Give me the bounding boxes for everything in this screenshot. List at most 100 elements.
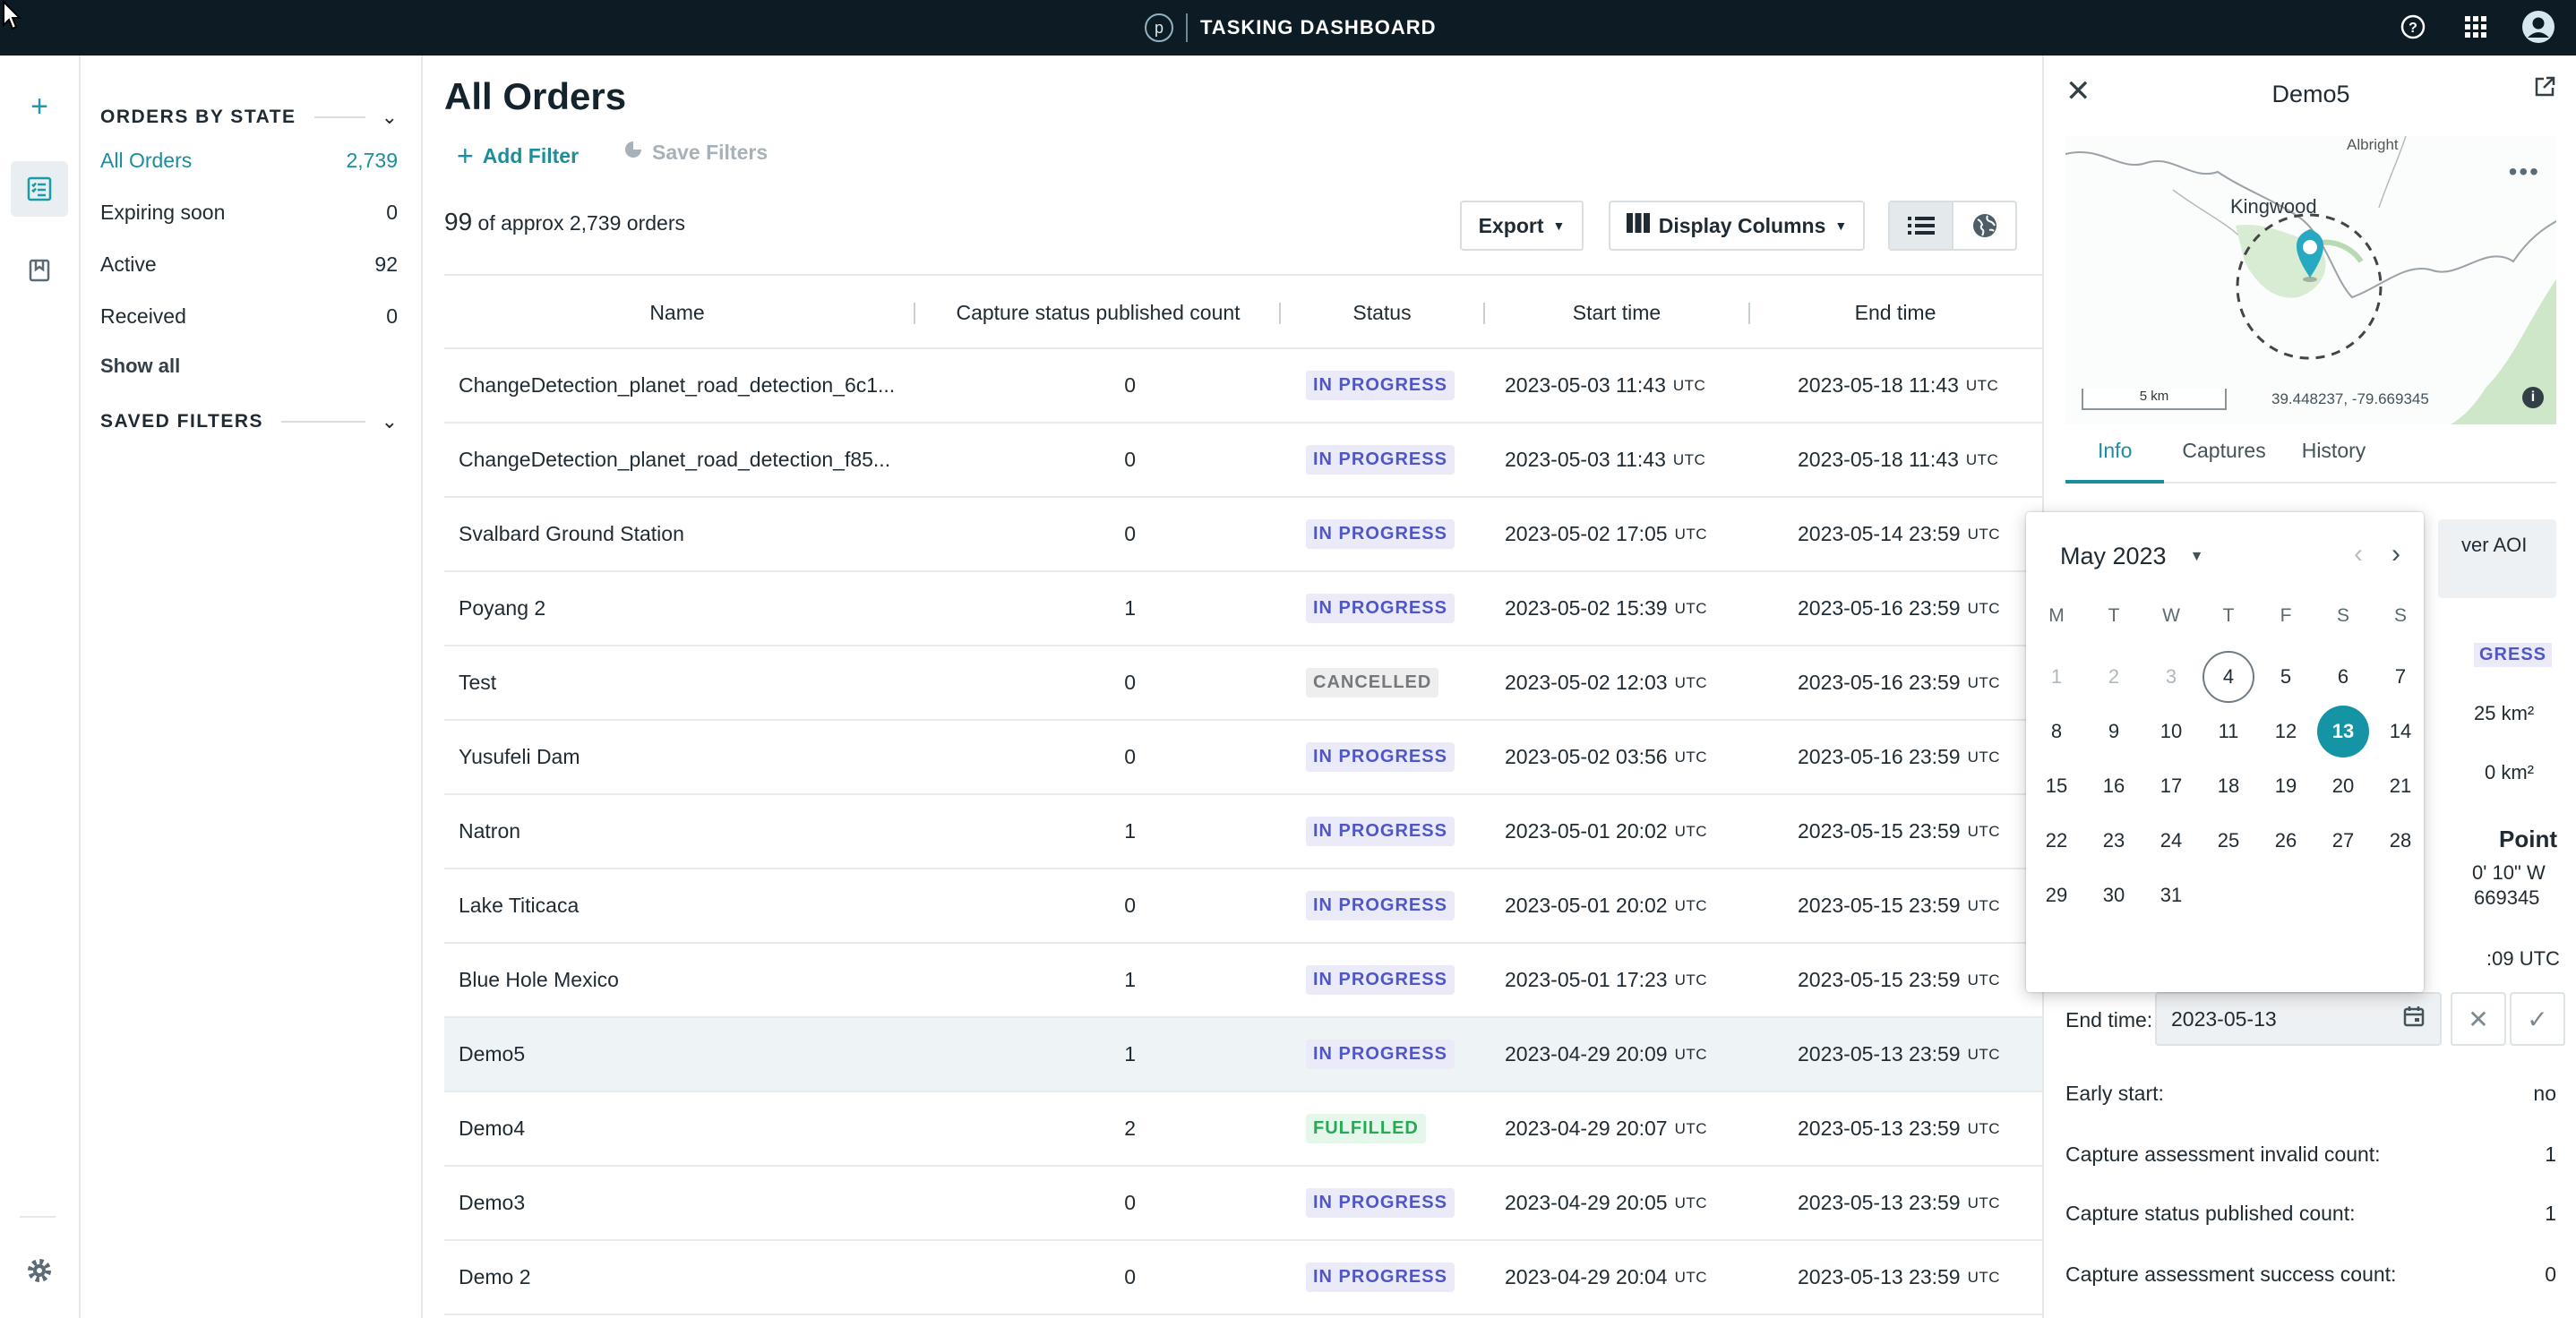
cell-name: ChangeDetection_planet_road_detection_6c… bbox=[459, 373, 896, 397]
apps-grid-icon[interactable] bbox=[2458, 9, 2494, 45]
export-button[interactable]: Export ▼ bbox=[1460, 201, 1584, 251]
calendar-day[interactable]: 16 bbox=[2088, 760, 2140, 812]
column-resize-handle[interactable] bbox=[1748, 303, 1750, 324]
calendar-day[interactable]: 6 bbox=[2317, 651, 2369, 703]
cell-name: Test bbox=[459, 671, 497, 694]
tab-info[interactable]: Info bbox=[2065, 439, 2165, 484]
start-time-text: 2023-04-29 20:09 bbox=[1505, 1042, 1668, 1066]
saved-filters-header[interactable]: SAVED FILTERS ⌄ bbox=[100, 410, 398, 433]
plus-icon[interactable]: + bbox=[11, 79, 68, 134]
brand[interactable]: p TASKING DASHBOARD bbox=[1145, 13, 1436, 43]
show-all-link[interactable]: Show all bbox=[100, 355, 180, 378]
orders-list-icon[interactable] bbox=[11, 161, 68, 217]
brand-logo-icon: p bbox=[1145, 13, 1173, 42]
info-icon[interactable]: i bbox=[2522, 387, 2544, 408]
tab-history[interactable]: History bbox=[2284, 439, 2384, 482]
sidebar-item-expiring-soon[interactable]: Expiring soon 0 bbox=[100, 201, 398, 225]
calendar-day[interactable]: 17 bbox=[2145, 760, 2197, 812]
column-header-start-time[interactable]: Start time bbox=[1487, 276, 1747, 349]
calendar-day[interactable]: 13 bbox=[2317, 706, 2369, 757]
column-header-status[interactable]: Status bbox=[1283, 276, 1481, 349]
column-resize-handle[interactable] bbox=[914, 303, 915, 324]
calendar-day[interactable]: 7 bbox=[2374, 651, 2426, 703]
previous-month-icon[interactable]: ‹ bbox=[2354, 539, 2363, 569]
table-row[interactable]: ChangeDetection_planet_road_detection_f8… bbox=[444, 424, 2042, 498]
column-header-end-time[interactable]: End time bbox=[1752, 276, 2039, 349]
calendar-day[interactable]: 11 bbox=[2202, 706, 2254, 757]
calendar-day[interactable]: 19 bbox=[2260, 760, 2312, 812]
sidebar-item-active[interactable]: Active 92 bbox=[100, 252, 398, 277]
account-icon[interactable] bbox=[2520, 9, 2556, 45]
calendar-day[interactable]: 4 bbox=[2202, 651, 2254, 703]
save-filters-button[interactable]: Save Filters bbox=[623, 140, 768, 165]
table-row[interactable]: ChangeDetection_planet_road_detection_6c… bbox=[444, 349, 2042, 424]
orders-by-state-header[interactable]: ORDERS BY STATE ⌄ bbox=[100, 106, 398, 129]
month-selector[interactable]: May 2023 ▼ bbox=[2060, 543, 2203, 570]
sidebar-item-received[interactable]: Received 0 bbox=[100, 304, 398, 329]
utc-suffix: UTC bbox=[1674, 971, 1708, 988]
display-columns-button[interactable]: Display Columns ▼ bbox=[1609, 201, 1865, 251]
calendar-day[interactable]: 27 bbox=[2317, 815, 2369, 867]
mouse-cursor-icon bbox=[3, 0, 22, 30]
column-header-name[interactable]: Name bbox=[444, 276, 910, 349]
calendar-day[interactable]: 10 bbox=[2145, 706, 2197, 757]
calendar-icon[interactable] bbox=[2402, 1005, 2426, 1033]
globe-icon[interactable] bbox=[1952, 202, 2015, 249]
detail-value: no bbox=[2533, 1082, 2556, 1105]
table-row[interactable]: Test 0 CANCELLED 2023-05-02 12:03 UTC 2023-05… bbox=[444, 646, 2042, 721]
calendar-day[interactable]: 26 bbox=[2260, 815, 2312, 867]
aoi-map[interactable]: Albright Kingwood ••• 5 km 39.448237, -7… bbox=[2065, 136, 2556, 424]
bookmark-icon[interactable] bbox=[11, 242, 68, 297]
end-time-input[interactable]: 2023-05-13 bbox=[2155, 992, 2442, 1046]
table-row[interactable]: Demo4 2 FULFILLED 2023-04-29 20:07 UTC 2023-0… bbox=[444, 1092, 2042, 1167]
clear-end-time-button[interactable]: ✕ bbox=[2451, 992, 2506, 1046]
geometry-type: Point bbox=[2499, 826, 2557, 852]
more-options-icon[interactable]: ••• bbox=[2509, 158, 2540, 186]
column-resize-handle[interactable] bbox=[1483, 303, 1485, 324]
tab-captures[interactable]: Captures bbox=[2164, 439, 2283, 482]
gear-icon[interactable] bbox=[11, 1243, 68, 1298]
table-row[interactable]: Svalbard Ground Station 0 IN PROGRESS 2023-… bbox=[444, 498, 2042, 572]
table-row[interactable]: Demo3 0 IN PROGRESS 2023-04-29 20:05 UTC 2023… bbox=[444, 1167, 2042, 1241]
calendar-day[interactable]: 8 bbox=[2031, 706, 2082, 757]
sidebar-item-all-orders[interactable]: All Orders 2,739 bbox=[100, 149, 398, 173]
open-external-icon[interactable] bbox=[2533, 75, 2556, 105]
calendar-day[interactable]: 14 bbox=[2374, 706, 2426, 757]
detail-label: Capture assessment invalid count: bbox=[2065, 1143, 2381, 1166]
calendar-day[interactable]: 18 bbox=[2202, 760, 2254, 812]
cell-end-time: 2023-05-15 23:59 UTC bbox=[1798, 869, 2048, 942]
table-row[interactable]: Yusufeli Dam 0 IN PROGRESS 2023-05-02 03:56… bbox=[444, 721, 2042, 795]
calendar-day[interactable]: 15 bbox=[2031, 760, 2082, 812]
table-row[interactable]: Demo 2 0 IN PROGRESS 2023-04-29 20:04 UTC 202… bbox=[444, 1241, 2042, 1315]
calendar-day[interactable]: 23 bbox=[2088, 815, 2140, 867]
list-view-icon[interactable] bbox=[1890, 202, 1952, 249]
confirm-end-time-button[interactable]: ✓ bbox=[2510, 992, 2565, 1046]
table-row[interactable]: Poyang 2 1 IN PROGRESS 2023-05-02 15:39 UTC 2… bbox=[444, 572, 2042, 646]
calendar-day[interactable]: 5 bbox=[2260, 651, 2312, 703]
table-row[interactable]: Natron 1 IN PROGRESS 2023-05-01 20:02 UTC 202… bbox=[444, 795, 2042, 869]
calendar-day[interactable]: 21 bbox=[2374, 760, 2426, 812]
table-row[interactable]: Lake Titicaca 0 IN PROGRESS 2023-05-01 20:0… bbox=[444, 869, 2042, 944]
calendar-day[interactable]: 22 bbox=[2031, 815, 2082, 867]
calendar-day[interactable]: 29 bbox=[2031, 869, 2082, 921]
calendar-day[interactable]: 12 bbox=[2260, 706, 2312, 757]
cell-start-time: 2023-04-29 20:05 UTC bbox=[1505, 1167, 1773, 1239]
column-header-capture-count[interactable]: Capture status published count bbox=[917, 276, 1279, 349]
table-row[interactable]: Demo5 1 IN PROGRESS 2023-04-29 20:09 UTC 2023… bbox=[444, 1018, 2042, 1092]
table-row[interactable]: Blue Hole Mexico 1 IN PROGRESS 2023-05-01 1… bbox=[444, 944, 2042, 1018]
calendar-day[interactable]: 24 bbox=[2145, 815, 2197, 867]
column-resize-handle[interactable] bbox=[1279, 303, 1281, 324]
next-month-icon[interactable]: › bbox=[2391, 539, 2400, 569]
end-time-text: 2023-05-13 23:59 bbox=[1798, 1042, 1961, 1066]
status-badge: IN PROGRESS bbox=[1306, 1040, 1455, 1069]
help-icon[interactable]: ? bbox=[2395, 9, 2431, 45]
end-time-text: 2023-05-16 23:59 bbox=[1798, 671, 1961, 694]
calendar-day[interactable]: 9 bbox=[2088, 706, 2140, 757]
utc-suffix: UTC bbox=[1967, 896, 2001, 914]
calendar-day[interactable]: 25 bbox=[2202, 815, 2254, 867]
add-filter-button[interactable]: + Add Filter bbox=[457, 140, 579, 173]
calendar-day[interactable]: 28 bbox=[2374, 815, 2426, 867]
calendar-day[interactable]: 20 bbox=[2317, 760, 2369, 812]
calendar-day[interactable]: 31 bbox=[2145, 869, 2197, 921]
calendar-day[interactable]: 30 bbox=[2088, 869, 2140, 921]
